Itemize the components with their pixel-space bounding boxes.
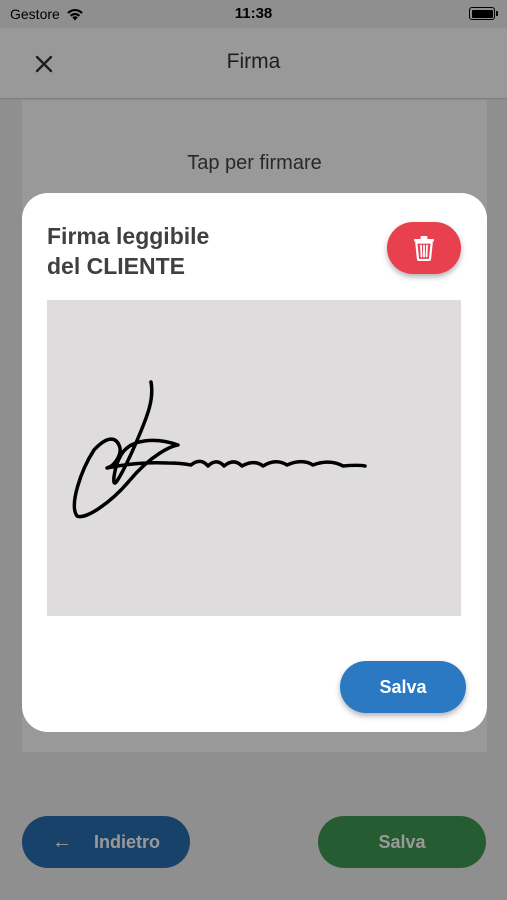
signature-pad[interactable] <box>47 300 461 616</box>
trash-icon <box>414 236 434 261</box>
save-signature-label: Salva <box>379 676 427 697</box>
modal-title: Firma leggibile del CLIENTE <box>47 221 307 281</box>
signature-stroke <box>72 380 367 519</box>
modal-title-line1: Firma leggibile <box>47 223 210 249</box>
delete-signature-button[interactable] <box>387 222 461 274</box>
signature-modal: Firma leggibile del CLIENTE Salva <box>22 193 487 732</box>
modal-title-line2: del CLIENTE <box>47 253 186 279</box>
save-signature-button[interactable]: Salva <box>340 661 466 713</box>
